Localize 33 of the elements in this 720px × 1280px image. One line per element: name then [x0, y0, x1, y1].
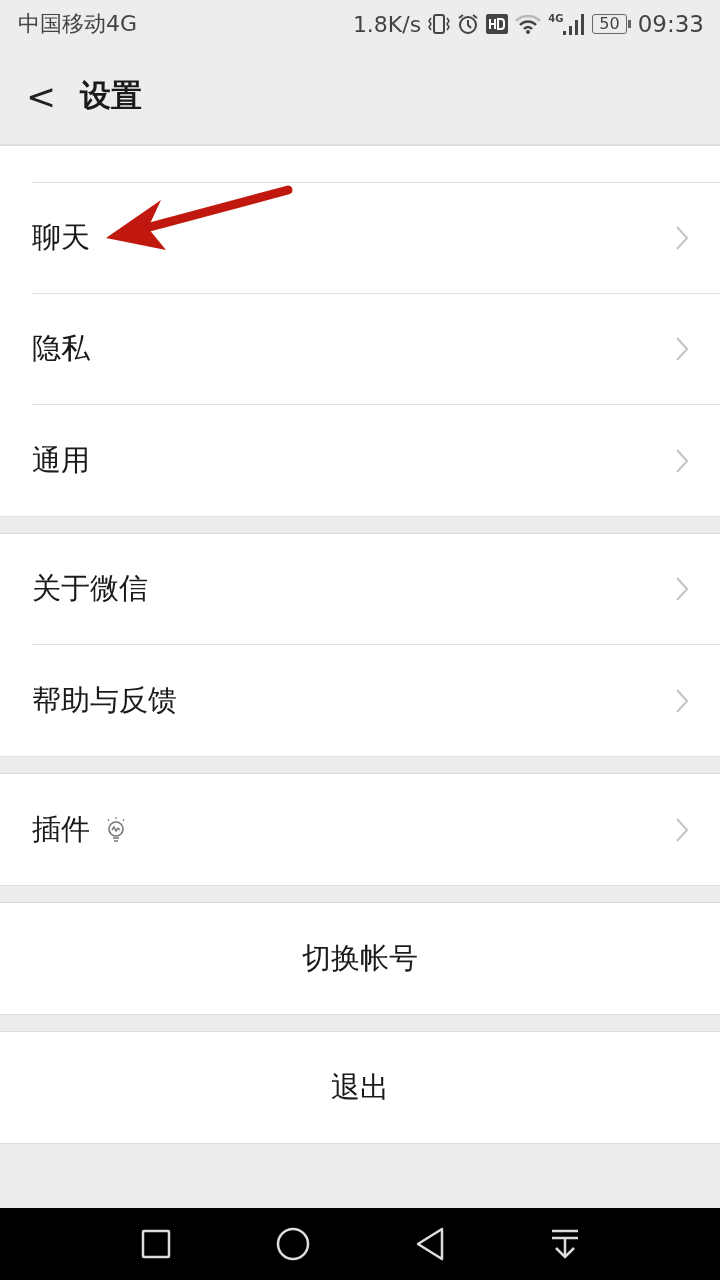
- back-triangle-icon[interactable]: [414, 1227, 445, 1261]
- settings-item[interactable]: 隐私: [32, 294, 720, 405]
- wifi-icon: [515, 14, 542, 34]
- chevron-right-icon: [676, 577, 688, 601]
- item-label: 插件: [32, 810, 90, 848]
- settings-item[interactable]: 帮助与反馈: [32, 645, 720, 756]
- battery-level: 50: [592, 14, 627, 34]
- chevron-right-icon: [676, 688, 688, 713]
- vibrate-icon: [428, 13, 451, 35]
- item-label: 通用: [32, 441, 90, 479]
- hd-icon: [486, 13, 509, 35]
- chevron-right-icon: [676, 448, 688, 473]
- item-label: 关于微信: [32, 570, 148, 607]
- chevron-right-icon: [676, 337, 688, 361]
- settings-item[interactable]: 通用: [32, 405, 720, 516]
- network-type: 4G: [548, 13, 564, 24]
- item-label: 帮助与反馈: [32, 681, 177, 719]
- back-button[interactable]: <: [0, 75, 80, 117]
- alarm-icon: [457, 13, 480, 35]
- carrier-name: 中国移动4G: [18, 10, 138, 38]
- settings-item[interactable]: 插件: [32, 774, 720, 885]
- signal-icon: [563, 13, 586, 35]
- network-speed: 1.8K/s: [352, 11, 422, 37]
- pull-down-icon[interactable]: [549, 1228, 580, 1260]
- item-label: 聊天: [32, 219, 90, 256]
- chevron-right-icon: [676, 226, 688, 250]
- clock-time: 09:33: [637, 11, 704, 37]
- settings-item[interactable]: 关于微信: [32, 534, 720, 645]
- home-button-icon[interactable]: [275, 1227, 310, 1261]
- item-label: 隐私: [32, 330, 90, 367]
- chevron-right-icon: [676, 817, 688, 842]
- square-button-icon[interactable]: [140, 1229, 171, 1259]
- page-title: 设置: [80, 76, 142, 115]
